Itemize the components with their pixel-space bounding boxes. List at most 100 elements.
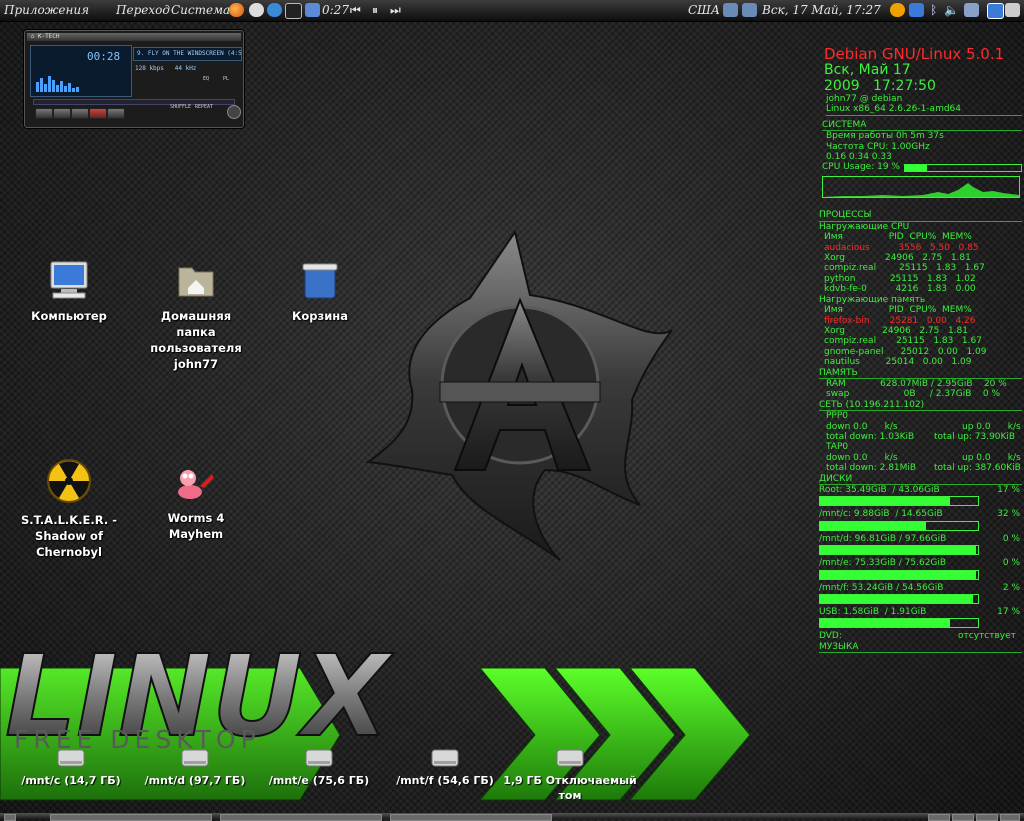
messenger-icon[interactable] — [267, 3, 282, 17]
disk-row: /mnt/f: 53.24GiB / 54.56GiB 2 % — [816, 583, 1022, 593]
desktop-icon-computer[interactable]: Компьютер — [14, 260, 124, 324]
media-player-icon[interactable] — [305, 3, 320, 17]
proc-columns: Имя PID CPU% MEM% — [824, 305, 972, 316]
disk-percent: 0 % — [1002, 533, 1020, 544]
disk-percent: 2 % — [1002, 582, 1020, 593]
disk-percent: 0 % — [1002, 558, 1020, 569]
hard-drive-icon — [57, 748, 85, 768]
drive-mnt-d[interactable]: /mnt/d (97,7 ГБ) — [133, 748, 257, 788]
removable-drive-icon — [556, 748, 584, 768]
cpu-top-header: Нагружающие CPU — [819, 221, 910, 232]
desktop-icon-label: Worms 4 Mayhem — [167, 511, 225, 541]
system-header: СИСТЕМА — [822, 120, 1022, 132]
drive-label: /mnt/f (54,6 ГБ) — [396, 774, 494, 787]
next-button[interactable] — [107, 108, 125, 119]
disk-usage-fill — [820, 570, 977, 579]
ram-usage: RAM 628.07MiB / 2.95GiB 20 % — [826, 378, 1007, 389]
volume-icon[interactable]: 🔈 — [944, 3, 959, 17]
disk-label: /mnt/d: 96.81GiB / 97.66GiB — [819, 533, 947, 544]
bottom-panel — [0, 813, 1024, 821]
menu-applications[interactable]: Приложения — [4, 3, 89, 17]
prev-icon[interactable]: ⏮ — [350, 3, 361, 18]
workspace-2[interactable] — [952, 814, 974, 821]
keyboard-layout[interactable]: США — [688, 3, 720, 17]
network-icon[interactable] — [723, 3, 738, 17]
stop-button[interactable] — [89, 108, 107, 119]
bluetooth-icon[interactable]: ᛒ — [930, 3, 937, 17]
player-song: 9. FLY ON THE WINDSCREEN (4:59) — [133, 47, 242, 61]
play-button[interactable] — [53, 108, 71, 119]
ppp0-total-row: total down: 1.03KiB total up: 73.90KiB — [816, 432, 1022, 442]
drive-mnt-c[interactable]: /mnt/c (14,7 ГБ) — [9, 748, 133, 788]
clock[interactable]: Вск, 17 Май, 17:27 — [762, 3, 881, 17]
taskbar-button[interactable] — [390, 814, 552, 821]
audio-player[interactable]: ⌂ K-TECH 00:28 9. FLY ON THE WINDSCREEN … — [24, 30, 244, 128]
update-icon[interactable] — [890, 3, 905, 17]
network-manager-icon[interactable] — [964, 3, 979, 17]
eq-button[interactable]: EQ — [203, 76, 209, 82]
conky-kernel: Linux x86_64 2.6.26-1-amd64 — [826, 104, 1022, 116]
conky-datetime: Вск, Май 17 2009 17:27:50 — [824, 62, 1022, 94]
shuffle-button[interactable]: SHUFFLE — [170, 104, 191, 110]
show-desktop-button[interactable] — [4, 814, 16, 821]
disk-usage-fill — [820, 521, 926, 530]
desktop-icon-label: Домашняя папка пользователя john77 — [150, 309, 242, 371]
disks-header: ДИСКИ — [819, 474, 1022, 485]
workspace-1[interactable] — [928, 814, 950, 821]
disk-usage-bar — [819, 545, 979, 556]
swap-usage: swap 0B / 2.37GiB 0 % — [826, 389, 1001, 400]
player-titlebar[interactable]: ⌂ K-TECH — [27, 33, 241, 41]
terminal-icon[interactable] — [285, 3, 302, 19]
trash-applet[interactable] — [1000, 814, 1020, 821]
menu-system[interactable]: Система — [171, 3, 230, 17]
notification-icon[interactable] — [909, 3, 924, 17]
disk-row: /mnt/c: 9.88GiB / 14.65GiB 32 % — [816, 509, 1022, 519]
worm-icon — [178, 470, 214, 499]
network-icon-2[interactable] — [742, 3, 757, 17]
desktop-icon-home[interactable]: Домашняя папка пользователя john77 — [141, 260, 251, 372]
dvd-label: DVD: — [819, 631, 842, 642]
firefox-icon[interactable] — [229, 3, 244, 17]
drive-label: 1,9 ГБ Отключаемый том — [503, 774, 637, 802]
taskbar-button[interactable] — [50, 814, 212, 821]
cpu-usage-label: CPU Usage: 19 % — [822, 162, 900, 173]
player-menu-icon[interactable] — [227, 105, 241, 119]
desktop-icon-worms[interactable]: Worms 4 Mayhem — [141, 466, 251, 542]
prev-button[interactable] — [35, 108, 53, 119]
menu-places[interactable]: Переход — [116, 3, 170, 17]
drive-removable[interactable]: 1,9 ГБ Отключаемый том — [500, 748, 640, 803]
cpu-usage-fill — [905, 165, 928, 172]
player-samplerate: 44 kHz — [174, 65, 197, 72]
drive-label: /mnt/d (97,7 ГБ) — [144, 774, 246, 787]
player-time: 00:28 — [87, 50, 121, 63]
taskbar-button[interactable] — [220, 814, 382, 821]
email-icon[interactable] — [249, 3, 264, 17]
elapsed-time: 0:27 — [322, 3, 349, 17]
desktop-icon-stalker[interactable]: S.T.A.L.K.E.R. - Shadow of Chernobyl — [14, 458, 124, 560]
drive-mnt-f[interactable]: /mnt/f (54,6 ГБ) — [383, 748, 507, 788]
disk-row: Root: 35.49GiB / 43.06GiB 17 % — [816, 485, 1022, 495]
cpu-graph — [822, 176, 1020, 199]
desktop-icon-trash[interactable]: Корзина — [265, 260, 375, 324]
drive-mnt-e[interactable]: /mnt/e (75,6 ГБ) — [257, 748, 381, 788]
radiation-icon — [47, 459, 91, 503]
computer-icon — [50, 261, 88, 299]
conky-title: Debian GNU/Linux 5.0.1 — [824, 45, 1005, 63]
tap0-label: TAP0 — [826, 442, 849, 453]
player-title: K-TECH — [37, 33, 60, 40]
pause-icon[interactable]: ⏸ — [372, 3, 378, 18]
cpu-proc-row: audacious 3556 5.50 0.85 — [824, 242, 979, 253]
disk-usage-bar — [819, 496, 979, 507]
pause-button[interactable] — [71, 108, 89, 119]
show-desktop-icon[interactable] — [987, 3, 1004, 19]
workspace-3[interactable] — [976, 814, 998, 821]
repeat-button[interactable]: REPEAT — [195, 104, 213, 110]
cpu-usage-bar — [904, 164, 1022, 173]
next-icon[interactable]: ⏭ — [390, 3, 401, 18]
window-list-icon[interactable] — [1005, 3, 1020, 17]
disk-usage-bar — [819, 520, 979, 531]
mem-top-header: Нагружающие память — [819, 294, 926, 305]
cpu-proc-row: python 25115 1.83 1.02 — [824, 273, 976, 284]
playlist-button[interactable]: PL — [223, 76, 229, 82]
cpu-freq: Частота CPU: 1.00GHz — [826, 141, 930, 152]
